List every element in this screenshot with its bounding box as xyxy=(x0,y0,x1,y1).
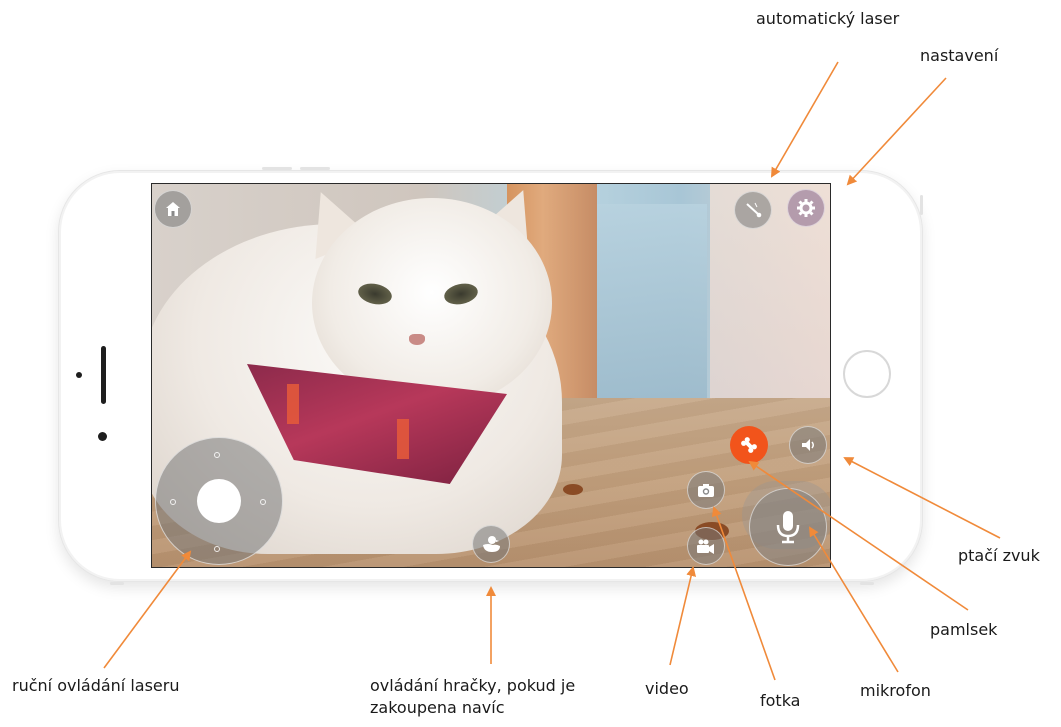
arrow-settings xyxy=(846,77,947,186)
label-treat: pamlsek xyxy=(930,620,998,639)
label-video: video xyxy=(645,679,689,698)
manual-laser-joystick[interactable] xyxy=(155,437,283,565)
label-toy-control: ovládání hračky, pokud je zakoupena naví… xyxy=(370,676,576,717)
treat-piece xyxy=(563,484,583,495)
home-button[interactable] xyxy=(154,190,192,228)
label-photo: fotka xyxy=(760,691,801,710)
label-microphone: mikrofon xyxy=(860,681,931,700)
video-camera-icon xyxy=(695,537,717,555)
treat-button[interactable] xyxy=(730,426,768,464)
joystick-direction-left xyxy=(170,499,176,505)
automatic-laser-button[interactable] xyxy=(734,191,772,229)
scarf-stripe xyxy=(397,419,409,459)
side-button xyxy=(110,582,124,585)
bone-icon xyxy=(738,434,760,456)
phone-home-button[interactable] xyxy=(843,350,891,398)
bird-sound-button[interactable] xyxy=(789,426,827,464)
volume-button xyxy=(300,167,330,170)
settings-button[interactable] xyxy=(787,189,825,227)
label-manual-laser-control: ruční ovládání laseru xyxy=(12,676,180,695)
toy-control-button[interactable] xyxy=(472,525,510,563)
label-automatic-laser: automatický laser xyxy=(756,9,900,28)
front-camera xyxy=(98,432,107,441)
arrow-automatic-laser xyxy=(770,61,839,178)
arrow-video xyxy=(669,566,697,666)
label-settings: nastavení xyxy=(920,46,999,65)
joystick-knob[interactable] xyxy=(197,479,241,523)
photo-button[interactable] xyxy=(687,471,725,509)
volume-button xyxy=(262,167,292,170)
earpiece-speaker xyxy=(101,346,106,404)
microphone-icon xyxy=(773,509,803,545)
proximity-sensor xyxy=(76,372,82,378)
home-icon xyxy=(164,200,182,218)
cat-nose xyxy=(409,334,425,345)
gear-icon xyxy=(796,198,816,218)
duck-icon xyxy=(480,534,502,554)
joystick-direction-right xyxy=(260,499,266,505)
speaker-icon xyxy=(799,436,817,454)
window xyxy=(597,204,707,404)
video-button[interactable] xyxy=(687,527,725,565)
camera-icon xyxy=(696,481,716,499)
side-button xyxy=(860,582,874,585)
power-button xyxy=(920,195,923,215)
label-bird-sound: ptačí zvuk xyxy=(958,546,1040,565)
laser-pointer-icon xyxy=(743,200,763,220)
joystick-direction-up xyxy=(214,452,220,458)
microphone-button[interactable] xyxy=(749,488,827,566)
camera-feed-screen xyxy=(151,183,831,568)
joystick-direction-down xyxy=(214,546,220,552)
scarf-stripe xyxy=(287,384,299,424)
